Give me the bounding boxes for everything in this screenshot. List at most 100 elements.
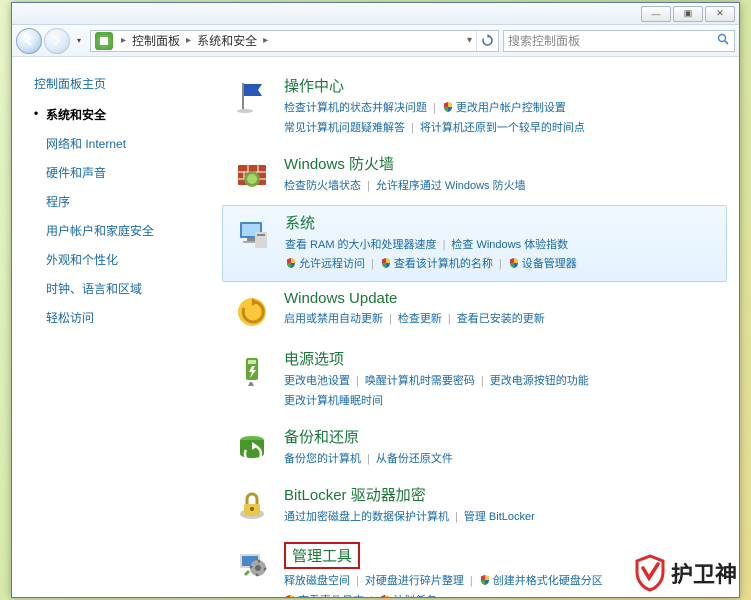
category-link[interactable]: 计划任务 (393, 595, 437, 597)
chevron-right-icon: ▸ (182, 35, 195, 46)
category-link[interactable]: 管理 BitLocker (464, 511, 535, 523)
search-icon[interactable] (717, 33, 730, 49)
category-title[interactable]: 电源选项 (284, 348, 719, 369)
category-link[interactable]: 检查 Windows 体验指数 (451, 239, 568, 251)
forward-button[interactable] (44, 28, 70, 54)
sidebar-item[interactable]: 外观和个性化 (34, 251, 222, 268)
category-link[interactable]: 将计算机还原到一个较早的时间点 (420, 122, 585, 134)
refresh-button[interactable] (476, 31, 498, 51)
uac-shield-icon (284, 594, 296, 597)
category-link[interactable]: 创建并格式化硬盘分区 (493, 575, 603, 587)
breadcrumb[interactable]: ▸ 控制面板 ▸ 系统和安全 ▸ ▾ (90, 30, 499, 52)
category-links: 启用或禁用自动更新|检查更新|查看已安装的更新 (284, 310, 719, 330)
sidebar-item[interactable]: 系统和安全 (34, 106, 222, 123)
backup-icon (230, 426, 274, 470)
category-links: 备份您的计算机|从备份还原文件 (284, 450, 719, 470)
uac-shield-icon (479, 574, 491, 586)
update-icon (230, 290, 274, 334)
category: 备份和还原备份您的计算机|从备份还原文件 (222, 420, 727, 476)
category-link[interactable]: 启用或禁用自动更新 (284, 313, 383, 325)
category-link[interactable]: 设备管理器 (522, 258, 577, 270)
computer-icon (231, 212, 275, 256)
uac-shield-icon (285, 257, 297, 269)
chevron-right-icon: ▸ (117, 35, 130, 46)
category-link[interactable]: 查看 RAM 的大小和处理器速度 (285, 239, 437, 251)
category-title[interactable]: Windows 防火墙 (284, 153, 719, 174)
uac-shield-icon (380, 257, 392, 269)
breadcrumb-item[interactable]: 控制面板 (130, 32, 182, 49)
uac-shield-icon (442, 101, 454, 113)
category-link[interactable]: 允许远程访问 (299, 258, 365, 270)
sidebar-item[interactable]: 程序 (34, 193, 222, 210)
category-link[interactable]: 查看已安装的更新 (457, 313, 545, 325)
category: 操作中心检查计算机的状态并解决问题|更改用户帐户控制设置常见计算机问题疑难解答|… (222, 69, 727, 145)
category-link[interactable]: 检查防火墙状态 (284, 180, 361, 192)
category-link[interactable]: 查看事件日志 (298, 595, 364, 597)
firewall-icon (230, 153, 274, 197)
sidebar-item[interactable]: 网络和 Internet (34, 135, 222, 152)
category-title[interactable]: 系统 (285, 212, 718, 233)
chevron-down-icon[interactable]: ▾ (463, 35, 476, 46)
category-title[interactable]: 操作中心 (284, 75, 719, 96)
category-links: 检查防火墙状态|允许程序通过 Windows 防火墙 (284, 177, 719, 197)
category-link[interactable]: 更改电源按钮的功能 (490, 375, 589, 387)
category-link[interactable]: 查看该计算机的名称 (394, 258, 493, 270)
category: Windows Update 启用或禁用自动更新|检查更新|查看已安装的更新 (222, 284, 727, 340)
category-link[interactable]: 允许程序通过 Windows 防火墙 (376, 180, 526, 192)
close-button[interactable]: ✕ (705, 6, 735, 22)
nav-history-dropdown[interactable]: ▾ (72, 31, 86, 51)
category-title[interactable]: 管理工具 (284, 542, 360, 569)
category-links: 通过加密磁盘上的数据保护计算机|管理 BitLocker (284, 508, 719, 528)
sidebar-home-link[interactable]: 控制面板主页 (34, 75, 222, 92)
tools-icon (230, 542, 274, 586)
search-placeholder: 搜索控制面板 (508, 32, 580, 49)
category-link[interactable]: 常见计算机问题疑难解答 (284, 122, 405, 134)
category-link[interactable]: 备份您的计算机 (284, 453, 361, 465)
titlebar: — ▣ ✕ (12, 3, 739, 25)
sidebar-item[interactable]: 用户帐户和家庭安全 (34, 222, 222, 239)
navbar: ▾ ▸ 控制面板 ▸ 系统和安全 ▸ ▾ 搜索控制面板 (12, 25, 739, 57)
category: 系统查看 RAM 的大小和处理器速度|检查 Windows 体验指数允许远程访问… (222, 205, 727, 283)
chevron-right-icon: ▸ (259, 35, 272, 46)
category-links: 检查计算机的状态并解决问题|更改用户帐户控制设置常见计算机问题疑难解答|将计算机… (284, 99, 719, 139)
category-link[interactable]: 检查计算机的状态并解决问题 (284, 102, 427, 114)
category-link[interactable]: 更改电池设置 (284, 375, 350, 387)
category-link[interactable]: 通过加密磁盘上的数据保护计算机 (284, 511, 449, 523)
control-panel-icon (95, 32, 113, 50)
category-link[interactable]: 更改用户帐户控制设置 (456, 102, 566, 114)
category-links: 查看 RAM 的大小和处理器速度|检查 Windows 体验指数允许远程访问|查… (285, 236, 718, 276)
category-link[interactable]: 释放磁盘空间 (284, 575, 350, 587)
category-link[interactable]: 从备份还原文件 (376, 453, 453, 465)
category-title[interactable]: 备份和还原 (284, 426, 719, 447)
category-link[interactable]: 检查更新 (398, 313, 442, 325)
power-icon (230, 348, 274, 392)
content: 控制面板主页 系统和安全网络和 Internet 硬件和声音程序用户帐户和家庭安全… (12, 57, 739, 597)
flag-icon (230, 75, 274, 119)
category-link[interactable]: 唤醒计算机时需要密码 (365, 375, 475, 387)
lock-icon (230, 484, 274, 528)
maximize-button[interactable]: ▣ (673, 6, 703, 22)
back-button[interactable] (16, 28, 42, 54)
explorer-window: — ▣ ✕ ▾ ▸ 控制面板 ▸ 系统和安全 ▸ ▾ 搜索控制面板 (11, 2, 740, 598)
category-title[interactable]: BitLocker 驱动器加密 (284, 484, 719, 505)
watermark: 护卫神 (633, 554, 737, 592)
uac-shield-icon (508, 257, 520, 269)
watermark-text: 护卫神 (671, 557, 737, 589)
category-link[interactable]: 对硬盘进行碎片整理 (365, 575, 464, 587)
category: BitLocker 驱动器加密通过加密磁盘上的数据保护计算机|管理 BitLoc… (222, 478, 727, 534)
search-input[interactable]: 搜索控制面板 (503, 30, 735, 52)
minimize-button[interactable]: — (641, 6, 671, 22)
uac-shield-icon (379, 594, 391, 597)
sidebar-item[interactable]: 时钟、语言和区域 (34, 280, 222, 297)
category: 电源选项更改电池设置|唤醒计算机时需要密码|更改电源按钮的功能更改计算机睡眠时间 (222, 342, 727, 418)
sidebar: 控制面板主页 系统和安全网络和 Internet 硬件和声音程序用户帐户和家庭安全… (12, 57, 222, 597)
sidebar-item[interactable]: 硬件和声音 (34, 164, 222, 181)
breadcrumb-item[interactable]: 系统和安全 (195, 32, 259, 49)
category-title[interactable]: Windows Update (284, 290, 719, 307)
shield-icon (633, 554, 667, 592)
main-panel: 操作中心检查计算机的状态并解决问题|更改用户帐户控制设置常见计算机问题疑难解答|… (222, 57, 739, 597)
category: Windows 防火墙检查防火墙状态|允许程序通过 Windows 防火墙 (222, 147, 727, 203)
category-links: 更改电池设置|唤醒计算机时需要密码|更改电源按钮的功能更改计算机睡眠时间 (284, 372, 719, 412)
category-link[interactable]: 更改计算机睡眠时间 (284, 395, 383, 407)
sidebar-item[interactable]: 轻松访问 (34, 309, 222, 326)
